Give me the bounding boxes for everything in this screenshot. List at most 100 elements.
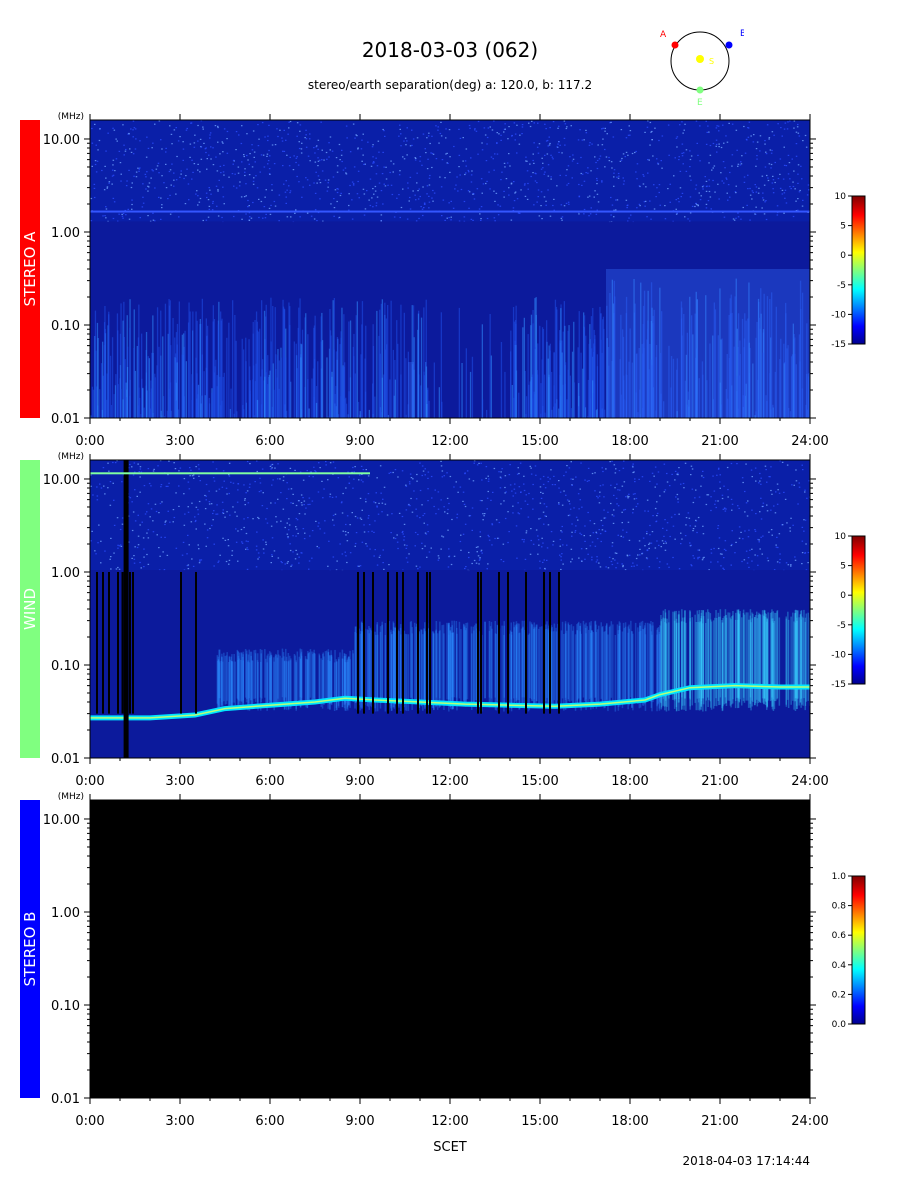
noise-speck — [209, 132, 212, 134]
noise-speck — [787, 564, 790, 566]
noise-speck — [421, 208, 424, 210]
noise-speck — [317, 175, 320, 177]
noise-speck — [291, 564, 293, 566]
noise-speck — [444, 219, 446, 221]
emission-streak — [627, 632, 629, 710]
noise-speck — [801, 563, 803, 565]
noise-speck — [432, 153, 435, 155]
noise-speck — [749, 187, 751, 190]
noise-speck — [250, 217, 253, 219]
noise-speck — [547, 145, 549, 147]
noise-speck — [368, 524, 371, 526]
noise-speck — [414, 531, 417, 534]
emission-streak — [672, 611, 674, 700]
noise-speck — [319, 198, 321, 200]
noise-speck — [437, 129, 439, 131]
noise-speck — [711, 169, 713, 171]
noise-speck — [212, 461, 214, 463]
noise-speck — [294, 469, 296, 471]
noise-speck — [357, 147, 359, 149]
emission-streak — [353, 333, 355, 418]
noise-speck — [569, 503, 571, 505]
emission-streak — [225, 655, 228, 704]
noise-speck — [169, 125, 171, 127]
noise-speck — [669, 201, 671, 203]
noise-speck — [500, 179, 502, 181]
noise-speck — [449, 171, 451, 173]
noise-speck — [649, 480, 651, 482]
noise-speck — [375, 205, 378, 207]
noise-speck — [560, 530, 562, 532]
noise-speck — [205, 151, 207, 154]
noise-speck — [346, 540, 349, 542]
emission-streak — [738, 614, 741, 703]
noise-speck — [288, 185, 290, 187]
noise-speck — [771, 182, 774, 184]
noise-speck — [616, 562, 619, 564]
noise-speck — [577, 139, 580, 141]
noise-speck — [493, 120, 495, 122]
noise-speck — [362, 481, 364, 483]
noise-speck — [235, 528, 237, 530]
noise-speck — [628, 125, 630, 127]
noise-speck — [107, 462, 109, 464]
noise-speck — [650, 131, 652, 133]
emission-streak — [162, 336, 164, 418]
noise-speck — [275, 516, 277, 518]
noise-speck — [714, 500, 717, 502]
noise-speck — [666, 563, 669, 565]
noise-speck — [172, 521, 174, 523]
noise-speck — [479, 557, 481, 559]
noise-speck — [738, 537, 741, 539]
emission-streak — [592, 393, 595, 418]
noise-speck — [566, 465, 568, 467]
noise-speck — [341, 149, 343, 151]
noise-speck — [648, 547, 650, 549]
noise-speck — [226, 130, 229, 133]
noise-speck — [130, 128, 132, 130]
noise-speck — [468, 171, 470, 173]
noise-speck — [700, 195, 702, 197]
noise-speck — [627, 154, 629, 156]
noise-speck — [125, 214, 127, 216]
noise-speck — [784, 189, 787, 191]
noise-speck — [444, 511, 446, 513]
noise-speck — [569, 508, 572, 510]
noise-speck — [376, 165, 379, 167]
noise-speck — [683, 487, 685, 489]
noise-speck — [790, 188, 792, 190]
noise-speck — [533, 122, 535, 124]
noise-speck — [309, 138, 311, 140]
noise-speck — [152, 170, 154, 172]
noise-speck — [409, 208, 412, 210]
noise-speck — [259, 171, 261, 173]
noise-speck — [664, 540, 667, 542]
emission-streak — [289, 324, 291, 418]
noise-speck — [437, 559, 440, 561]
data-gap — [108, 571, 110, 714]
noise-speck — [382, 549, 384, 551]
noise-speck — [524, 195, 527, 197]
noise-speck — [321, 170, 324, 172]
noise-speck — [516, 557, 518, 559]
noise-speck — [309, 133, 311, 135]
noise-speck — [229, 514, 231, 516]
emission-streak — [417, 313, 420, 418]
noise-speck — [628, 539, 631, 541]
noise-speck — [656, 515, 658, 517]
noise-speck — [691, 488, 694, 490]
noise-speck — [544, 171, 546, 173]
emission-streak — [297, 327, 299, 418]
emission-streak — [203, 371, 205, 418]
noise-speck — [106, 186, 109, 188]
noise-speck — [317, 491, 320, 493]
noise-speck — [160, 139, 162, 141]
noise-speck — [513, 488, 516, 490]
emission-streak — [399, 624, 402, 701]
noise-speck — [147, 147, 150, 149]
noise-speck — [508, 126, 510, 128]
emission-streak — [446, 622, 448, 700]
colorbar-tick-label: 0 — [840, 591, 846, 601]
noise-speck — [459, 174, 461, 176]
noise-speck — [565, 471, 567, 473]
